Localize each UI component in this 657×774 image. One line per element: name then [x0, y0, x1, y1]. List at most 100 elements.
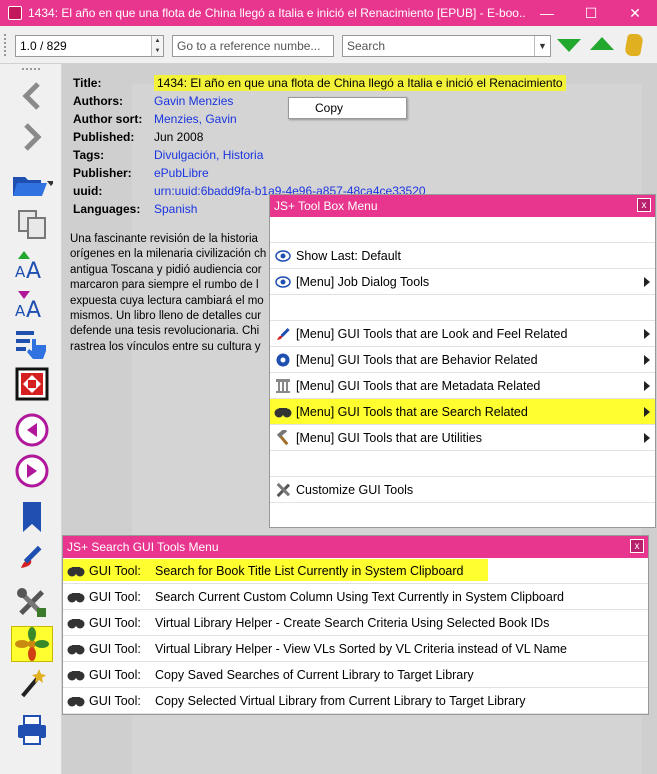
meta-published-value: Jun 2008	[154, 130, 204, 144]
search-placeholder: Search	[347, 39, 386, 53]
search-tool-item[interactable]: GUI Tool: Search Current Custom Column U…	[63, 584, 648, 610]
meta-tags-key: Tags:	[73, 148, 105, 162]
toolbar-grip[interactable]	[4, 34, 8, 56]
back-icon[interactable]	[11, 78, 53, 114]
search-menu-header: JS+ Search GUI Tools Menu x	[63, 536, 648, 558]
copy-icon[interactable]	[11, 206, 53, 242]
menu-item-look-and-feel[interactable]: [Menu] GUI Tools that are Look and Feel …	[270, 321, 655, 347]
description-line: antigua Toscana y pidió audiencia cor	[70, 263, 262, 276]
tools-icon[interactable]	[11, 585, 53, 621]
meta-author-sort-key: Author sort:	[73, 112, 143, 126]
svg-text:A: A	[15, 263, 26, 281]
meta-authors-key: Authors:	[73, 94, 123, 108]
window-title: 1434: El año en que una flota de China l…	[28, 6, 525, 20]
scroll-icon[interactable]	[624, 34, 644, 56]
binoculars-icon	[63, 695, 89, 707]
page-spinbox[interactable]: 1.0 / 829 ▲ ▼	[15, 35, 164, 57]
search-tool-item[interactable]: GUI Tool: Virtual Library Helper - View …	[63, 636, 648, 662]
meta-author-sort-link[interactable]: Menzies, Gavin	[154, 112, 237, 126]
search-tool-label: Virtual Library Helper - Create Search C…	[155, 615, 550, 630]
copy-menu-item[interactable]: Copy	[288, 97, 407, 119]
menu-item-label: [Menu] GUI Tools that are Metadata Relat…	[296, 378, 541, 393]
search-tool-prefix: GUI Tool:	[89, 693, 141, 708]
search-tool-item[interactable]: GUI Tool: Copy Selected Virtual Library …	[63, 688, 648, 714]
search-tool-prefix: GUI Tool:	[89, 615, 141, 630]
paint-icon[interactable]	[11, 539, 53, 575]
open-book-icon[interactable]	[11, 165, 53, 201]
menu-item-behavior[interactable]: [Menu] GUI Tools that are Behavior Relat…	[270, 347, 655, 373]
menu-item-search[interactable]: [Menu] GUI Tools that are Search Related	[270, 399, 655, 425]
meta-authors-link[interactable]: Gavin Menzies	[154, 94, 233, 108]
maximize-button[interactable]: ☐	[569, 0, 613, 26]
search-tool-label: Search Current Custom Column Using Text …	[155, 589, 564, 604]
svg-text:A: A	[15, 302, 26, 320]
tools-icon	[270, 482, 296, 498]
description-line: marcaron para siempre el rumbo de l	[70, 279, 259, 292]
previous-page-icon[interactable]	[11, 412, 53, 448]
left-sidebar: AA AA	[0, 64, 62, 774]
fullscreen-icon[interactable]	[11, 366, 53, 402]
toolbox-close-button[interactable]: x	[637, 198, 651, 212]
binoculars-icon	[270, 406, 296, 418]
search-tool-item[interactable]: GUI Tool: Search for Book Title List Cur…	[63, 558, 648, 584]
submenu-arrow-icon	[644, 381, 650, 391]
binoculars-icon	[63, 591, 89, 603]
binoculars-icon	[63, 617, 89, 629]
description-line: rastrea los vínculos entre su cultura y	[70, 340, 261, 353]
search-tool-item[interactable]: GUI Tool: Virtual Library Helper - Creat…	[63, 610, 648, 636]
binoculars-icon	[63, 565, 89, 577]
next-match-icon[interactable]	[557, 39, 581, 52]
forward-icon[interactable]	[11, 119, 53, 155]
menu-item-utilities[interactable]: [Menu] GUI Tools that are Utilities	[270, 425, 655, 451]
select-icon[interactable]	[11, 326, 53, 362]
meta-published-key: Published:	[73, 130, 135, 144]
meta-languages-link[interactable]: Spanish	[154, 202, 197, 216]
bookmark-icon[interactable]	[11, 499, 53, 535]
binoculars-icon	[63, 643, 89, 655]
meta-publisher-key: Publisher:	[73, 166, 132, 180]
description-line: defende una tesis revolucionaria. Chi	[70, 325, 260, 338]
meta-publisher-link[interactable]: ePubLibre	[154, 166, 209, 180]
meta-tags-links[interactable]: Divulgación, Historia	[154, 148, 263, 162]
submenu-arrow-icon	[644, 277, 650, 287]
toolbar: 1.0 / 829 ▲ ▼ Go to a reference numbe... …	[0, 26, 657, 64]
minimize-button[interactable]: —	[525, 0, 569, 26]
menu-item-job-dialog-tools[interactable]: [Menu] Job Dialog Tools	[270, 269, 655, 295]
menu-separator	[270, 295, 655, 321]
search-menu-close-button[interactable]: x	[630, 539, 644, 553]
plugin-icon[interactable]	[11, 626, 53, 662]
window-titlebar: 1434: El año en que una flota de China l…	[0, 0, 657, 26]
close-button[interactable]: ✕	[613, 0, 657, 26]
search-menu-title: JS+ Search GUI Tools Menu	[67, 540, 219, 554]
eye-icon	[270, 275, 296, 288]
next-page-icon[interactable]	[11, 453, 53, 489]
increase-font-icon[interactable]: AA	[11, 247, 53, 283]
search-input[interactable]: Search ▼	[342, 35, 551, 57]
wand-icon[interactable]	[11, 666, 53, 702]
description-line: orígenes en la milenaria civilización ch	[70, 248, 267, 261]
toolbox-menu-title: JS+ Tool Box Menu	[274, 199, 378, 213]
menu-item-customize-gui-tools[interactable]: Customize GUI Tools	[270, 477, 655, 503]
menu-item-show-last[interactable]: Show Last: Default	[270, 243, 655, 269]
search-dropdown-icon[interactable]: ▼	[534, 36, 550, 56]
reference-input[interactable]: Go to a reference numbe...	[172, 35, 334, 57]
description-line: expuesta cuya lectura cambiará el mo	[70, 294, 264, 307]
print-icon[interactable]	[11, 712, 53, 748]
menu-item-label: [Menu] GUI Tools that are Behavior Relat…	[296, 352, 538, 367]
menu-separator	[270, 217, 655, 243]
menu-item-label: [Menu] Job Dialog Tools	[296, 274, 430, 289]
book-description: Una fascinante revisión de la historia o…	[70, 232, 270, 355]
app-icon	[8, 6, 22, 20]
column-icon	[270, 378, 296, 394]
menu-item-label: [Menu] GUI Tools that are Utilities	[296, 430, 482, 445]
page-stepper[interactable]: ▲ ▼	[151, 36, 163, 56]
menu-item-label: [Menu] GUI Tools that are Look and Feel …	[296, 326, 568, 341]
sidebar-grip[interactable]	[22, 68, 40, 70]
decrease-font-icon[interactable]: AA	[11, 286, 53, 322]
previous-match-icon[interactable]	[590, 37, 614, 50]
search-tool-item[interactable]: GUI Tool: Copy Saved Searches of Current…	[63, 662, 648, 688]
menu-item-metadata[interactable]: [Menu] GUI Tools that are Metadata Relat…	[270, 373, 655, 399]
search-tool-label: Copy Saved Searches of Current Library t…	[155, 667, 474, 682]
search-tool-label: Copy Selected Virtual Library from Curre…	[155, 693, 526, 708]
menu-separator	[270, 451, 655, 477]
